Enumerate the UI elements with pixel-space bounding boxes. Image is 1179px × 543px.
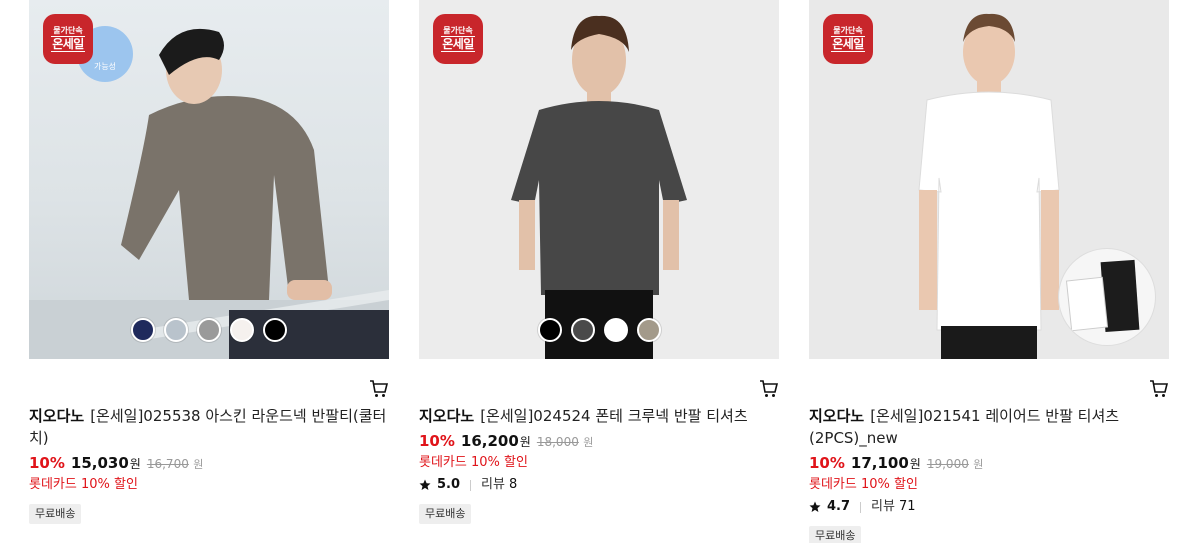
cart-icon[interactable] xyxy=(759,379,779,399)
divider xyxy=(860,501,862,513)
price-row: 10% 17,100원 19,000 원 xyxy=(809,453,1169,475)
star-icon xyxy=(809,501,821,512)
onsale-badge: 물가단속 온세일 xyxy=(43,14,93,64)
package-image xyxy=(1059,249,1155,345)
onsale-badge: 물가단속 온세일 xyxy=(433,14,483,64)
color-swatch[interactable] xyxy=(636,318,661,342)
rating-score: 4.7 xyxy=(827,499,851,514)
product-title[interactable]: 지오다노 [온세일]024524 폰테 크루넥 반팔 티셔츠 xyxy=(419,405,779,427)
product-title[interactable]: 지오다노 [온세일]021541 레이어드 반팔 티셔츠(2PCS)_new xyxy=(809,405,1169,449)
review-label: 리뷰 xyxy=(481,477,505,492)
discount-rate: 10% xyxy=(29,454,65,472)
product-card[interactable]: 가능성 물가단속 온세일 지오다노 [온세일]025538 아스킨 라운드넥 반팔… xyxy=(29,0,389,543)
color-swatch[interactable] xyxy=(197,318,221,342)
product-image[interactable]: 가능성 물가단속 온세일 xyxy=(29,0,389,359)
color-swatches xyxy=(29,318,389,342)
star-icon xyxy=(419,479,431,490)
discount-rate: 10% xyxy=(809,454,845,472)
discount-rate: 10% xyxy=(419,432,455,450)
brand-name: 지오다노 xyxy=(809,407,865,425)
color-swatch[interactable] xyxy=(570,318,595,342)
card-promo: 롯데카드 10% 할인 xyxy=(419,455,528,470)
card-promo: 롯데카드 10% 할인 xyxy=(29,477,138,492)
product-card[interactable]: 물가단속 온세일 지오다노 [온세일]024524 폰테 크루넥 반팔 티셔츠 1… xyxy=(419,0,779,543)
rating-row: 5.0 리뷰 8 xyxy=(419,476,779,494)
color-swatches xyxy=(419,318,779,342)
color-swatch[interactable] xyxy=(164,318,188,342)
original-price: 19,000 원 xyxy=(926,457,984,471)
review-count: 8 xyxy=(508,477,518,492)
brand-name: 지오다노 xyxy=(29,407,85,425)
onsale-badge: 물가단속 온세일 xyxy=(823,14,873,64)
color-swatch[interactable] xyxy=(603,318,628,342)
brand-name: 지오다노 xyxy=(419,407,475,425)
sale-price: 15,030원 xyxy=(70,454,141,472)
product-image[interactable]: 물가단속 온세일 xyxy=(419,0,779,359)
sale-price: 16,200원 xyxy=(460,432,531,450)
review-label: 리뷰 xyxy=(871,499,895,514)
color-swatch[interactable] xyxy=(263,318,287,342)
price-row: 10% 16,200원 18,000 원 xyxy=(419,431,779,453)
product-image[interactable]: 물가단속 온세일 xyxy=(809,0,1169,359)
sale-price: 17,100원 xyxy=(850,454,921,472)
color-swatch[interactable] xyxy=(131,318,155,342)
price-row: 10% 15,030원 16,700 원 xyxy=(29,453,389,475)
cart-icon[interactable] xyxy=(369,379,389,399)
original-price: 18,000 원 xyxy=(536,435,594,449)
shipping-badge: 무료배송 xyxy=(419,504,472,524)
cart-icon[interactable] xyxy=(1149,379,1169,399)
review-count: 71 xyxy=(898,499,916,514)
rating-row: 4.7 리뷰 71 xyxy=(809,498,1169,516)
color-swatch[interactable] xyxy=(537,318,562,342)
product-title[interactable]: 지오다노 [온세일]025538 아스킨 라운드넥 반팔티(쿨터치) xyxy=(29,405,389,449)
color-swatch[interactable] xyxy=(230,318,254,342)
rating-score: 5.0 xyxy=(437,477,461,492)
shipping-badge: 무료배송 xyxy=(809,526,862,543)
product-name: [온세일]024524 폰테 크루넥 반팔 티셔츠 xyxy=(480,407,748,425)
divider xyxy=(470,479,472,491)
shipping-badge: 무료배송 xyxy=(29,504,82,524)
card-promo: 롯데카드 10% 할인 xyxy=(809,477,918,492)
product-card[interactable]: 물가단속 온세일 지오다노 [온세일]021541 레이어드 반팔 티셔츠(2PC… xyxy=(809,0,1169,543)
original-price: 16,700 원 xyxy=(146,457,204,471)
